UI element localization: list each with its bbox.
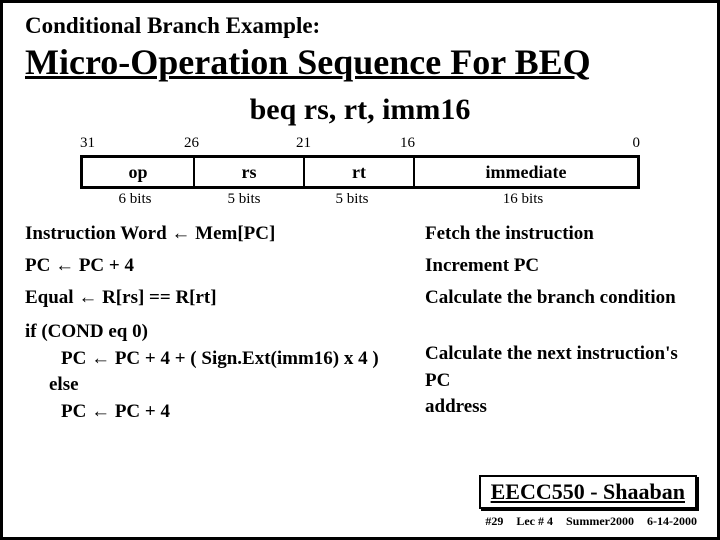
bit-16: 16: [400, 135, 415, 152]
step-rhs: Fetch the instruction: [425, 222, 695, 246]
step-row: Equal ← R[rs] == R[rt] Calculate the bra…: [25, 286, 695, 310]
supertitle: Conditional Branch Example:: [25, 13, 695, 39]
slide-number: #29: [485, 514, 503, 528]
step-rhs: Increment PC: [425, 254, 695, 278]
step-lhs: Equal ← R[rs] == R[rt]: [25, 286, 425, 310]
size-row: 6 bits 5 bits 5 bits 16 bits: [80, 191, 640, 208]
instruction-syntax: beq rs, rt, imm16: [25, 93, 695, 127]
step-rhs: Calculate the branch condition: [425, 286, 695, 310]
field-rs: rs: [195, 158, 305, 186]
date: 6-14-2000: [647, 514, 697, 528]
step-lhs: Instruction Word ← Mem[PC]: [25, 222, 425, 246]
cond-else: else: [25, 372, 425, 399]
title: Micro-Operation Sequence For BEQ: [25, 41, 695, 83]
step-row: PC ← PC + 4 Increment PC: [25, 254, 695, 278]
cond-left: if (COND eq 0) PC ← PC + 4 + ( Sign.Ext(…: [25, 319, 425, 425]
field-row: op rs rt immediate: [80, 155, 640, 189]
step-lhs: PC ← PC + 4: [25, 254, 425, 278]
cond-desc-2: address: [425, 394, 695, 421]
cond-right: Calculate the next instruction's PC addr…: [425, 319, 695, 425]
size-op: 6 bits: [80, 191, 190, 208]
cond-if: if (COND eq 0): [25, 319, 425, 346]
field-op: op: [83, 158, 195, 186]
slide: Conditional Branch Example: Micro-Operat…: [0, 0, 720, 540]
field-rt: rt: [305, 158, 415, 186]
branch-condition-block: if (COND eq 0) PC ← PC + 4 + ( Sign.Ext(…: [25, 319, 695, 425]
instruction-format: 31 26 21 16 0 op rs rt immediate 6 bits …: [80, 135, 640, 208]
cond-then: PC ← PC + 4 + ( Sign.Ext(imm16) x 4 ): [25, 346, 425, 373]
field-immediate: immediate: [415, 158, 637, 186]
bit-31: 31: [80, 135, 95, 152]
bit-21: 21: [296, 135, 311, 152]
bit-positions: 31 26 21 16 0: [80, 135, 640, 155]
cond-desc-1: Calculate the next instruction's PC: [425, 341, 695, 394]
step-row: Instruction Word ← Mem[PC] Fetch the ins…: [25, 222, 695, 246]
size-rt: 5 bits: [298, 191, 406, 208]
bit-0: 0: [633, 135, 641, 152]
course-box: EECC550 - Shaaban: [479, 475, 697, 509]
size-rs: 5 bits: [190, 191, 298, 208]
term: Summer2000: [566, 514, 634, 528]
cond-else-body: PC ← PC + 4: [25, 399, 425, 426]
lecture-number: Lec # 4: [516, 514, 553, 528]
size-immediate: 16 bits: [406, 191, 640, 208]
micro-op-steps: Instruction Word ← Mem[PC] Fetch the ins…: [25, 222, 695, 309]
footer-line: #29 Lec # 4 Summer2000 6-14-2000: [475, 514, 697, 529]
bit-26: 26: [184, 135, 199, 152]
